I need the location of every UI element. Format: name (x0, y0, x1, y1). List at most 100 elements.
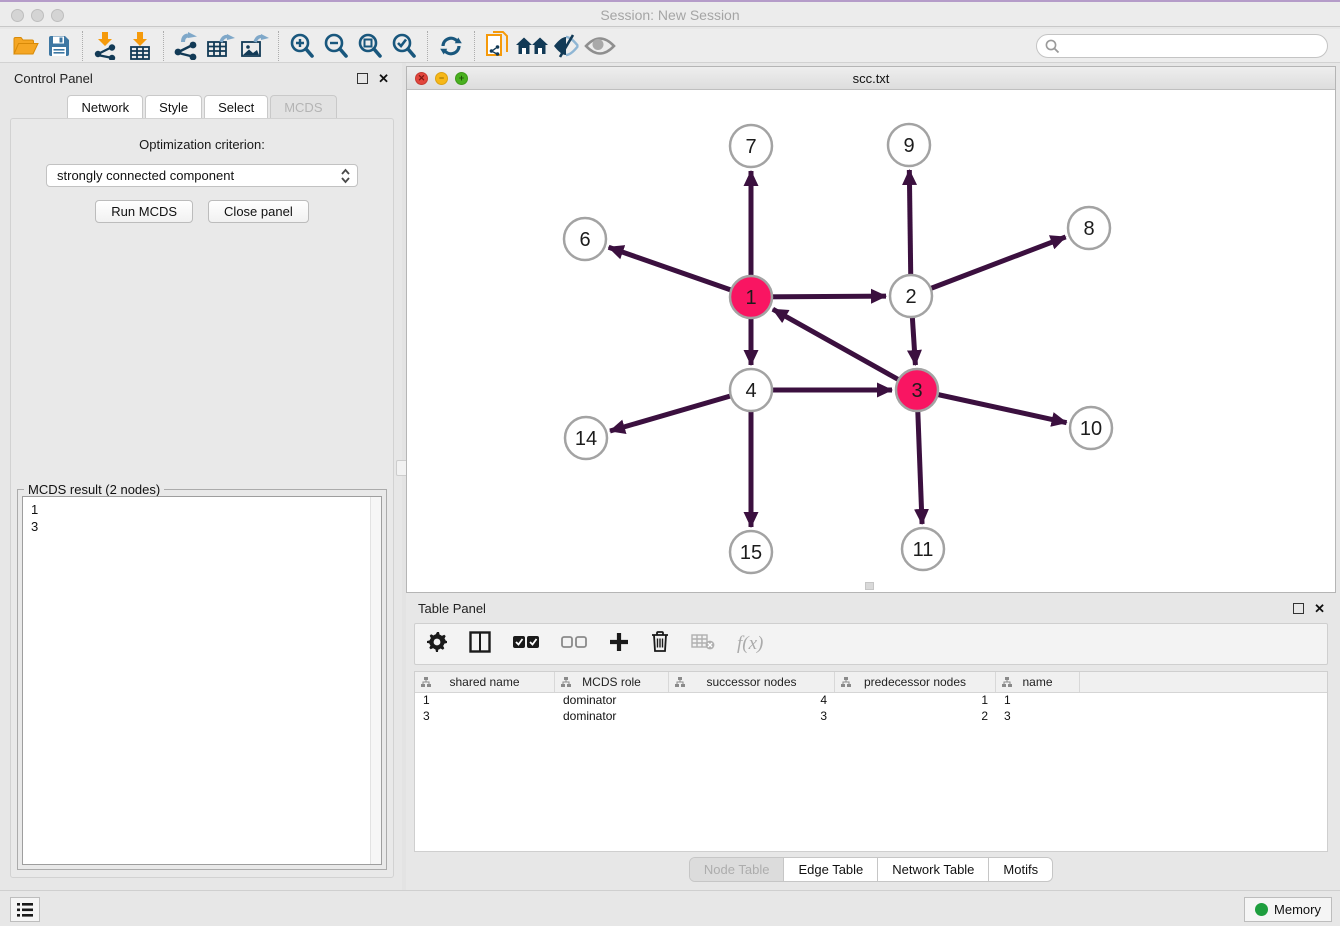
memory-button[interactable]: Memory (1244, 897, 1332, 922)
optimization-criterion-label: Optimization criterion: (11, 137, 393, 152)
zoom-fit-icon[interactable] (353, 31, 387, 61)
column-header-successor-nodes[interactable]: successor nodes (669, 672, 835, 692)
table-cell[interactable]: 3 (415, 709, 555, 725)
table-row[interactable]: 1dominator411 (415, 693, 1327, 709)
graph-node-4[interactable]: 4 (730, 369, 772, 411)
hide-graphics-icon[interactable] (549, 31, 583, 61)
table-body: 1dominator4113dominator323 (415, 693, 1327, 725)
select-all-icon[interactable] (513, 635, 539, 654)
table-row[interactable]: 3dominator323 (415, 709, 1327, 725)
graph-edge-2-8[interactable] (911, 237, 1066, 296)
graph-node-10[interactable]: 10 (1070, 407, 1112, 449)
save-icon[interactable] (42, 31, 76, 61)
graph-node-1[interactable]: 1 (730, 276, 772, 318)
table-tab-motifs[interactable]: Motifs (989, 858, 1052, 881)
add-icon[interactable] (609, 632, 629, 657)
graph-node-2[interactable]: 2 (890, 275, 932, 317)
open-folder-icon[interactable] (8, 31, 42, 61)
table-cell[interactable]: dominator (555, 693, 669, 709)
search-icon (1045, 39, 1060, 54)
float-panel-icon[interactable] (357, 73, 368, 84)
network-window-titlebar: ✕ − + scc.txt (407, 67, 1335, 90)
control-tab-style[interactable]: Style (145, 95, 202, 119)
column-header-shared-name[interactable]: shared name (415, 672, 555, 692)
graph-node-8[interactable]: 8 (1068, 207, 1110, 249)
table-tab-network-table[interactable]: Network Table (878, 858, 989, 881)
window-title: Session: New Session (0, 7, 1340, 23)
home-icon[interactable] (515, 31, 549, 61)
control-tab-select[interactable]: Select (204, 95, 268, 119)
import-network-icon[interactable] (89, 31, 123, 61)
import-table-icon[interactable] (123, 31, 157, 61)
graph-node-14[interactable]: 14 (565, 417, 607, 459)
canvas-scrollbar-handle[interactable] (865, 582, 874, 590)
mcds-result-textarea[interactable]: 13 (22, 496, 382, 865)
graph-node-11[interactable]: 11 (902, 528, 944, 570)
column-header-MCDS-role[interactable]: MCDS role (555, 672, 669, 692)
zoom-selected-icon[interactable] (387, 31, 421, 61)
hierarchy-icon (561, 677, 571, 687)
svg-text:10: 10 (1080, 418, 1102, 440)
status-bar: Memory (0, 890, 1340, 926)
table-cell[interactable]: 1 (835, 693, 996, 709)
function-icon[interactable]: f(x) (737, 633, 763, 655)
zoom-out-icon[interactable] (319, 31, 353, 61)
export-network-icon[interactable] (170, 31, 204, 61)
clone-network-icon[interactable] (481, 31, 515, 61)
control-tab-network[interactable]: Network (67, 95, 143, 119)
table-panel: Table Panel ✕ (406, 595, 1336, 888)
mcds-panel-body: Optimization criterion: strongly connect… (10, 118, 394, 878)
graph-node-6[interactable]: 6 (564, 218, 606, 260)
search-box[interactable] (1036, 34, 1328, 58)
export-image-icon[interactable] (238, 31, 272, 61)
close-panel-button[interactable]: Close panel (208, 200, 309, 223)
delete-table-icon[interactable] (691, 633, 715, 655)
graph-node-7[interactable]: 7 (730, 125, 772, 167)
control-panel-title: Control Panel (14, 71, 93, 86)
graph-edge-1-6[interactable] (609, 247, 751, 297)
delete-icon[interactable] (651, 631, 669, 657)
table-cell[interactable]: 1 (415, 693, 555, 709)
graph-node-15[interactable]: 15 (730, 531, 772, 573)
node-table[interactable]: shared nameMCDS rolesuccessor nodesprede… (414, 671, 1328, 852)
result-scrollbar[interactable] (370, 497, 381, 864)
table-cell[interactable]: 3 (669, 709, 835, 725)
table-tab-edge-table[interactable]: Edge Table (784, 858, 878, 881)
export-table-icon[interactable] (204, 31, 238, 61)
gear-icon[interactable] (427, 632, 447, 657)
run-mcds-button[interactable]: Run MCDS (95, 200, 193, 223)
table-cell[interactable]: 3 (996, 709, 1080, 725)
task-list-button[interactable] (10, 897, 40, 922)
table-cell[interactable]: 4 (669, 693, 835, 709)
columns-icon[interactable] (469, 631, 491, 658)
zoom-in-icon[interactable] (285, 31, 319, 61)
network-canvas[interactable]: 7 9 6 8 1 2 4 3 14 10 15 11 (407, 90, 1335, 592)
graph-node-9[interactable]: 9 (888, 124, 930, 166)
svg-text:4: 4 (745, 380, 756, 402)
control-tab-mcds[interactable]: MCDS (270, 95, 336, 119)
refresh-icon[interactable] (434, 31, 468, 61)
float-table-panel-icon[interactable] (1293, 603, 1304, 614)
svg-text:8: 8 (1083, 218, 1094, 240)
close-panel-icon[interactable]: ✕ (378, 71, 389, 87)
close-table-panel-icon[interactable]: ✕ (1314, 601, 1325, 617)
deselect-all-icon[interactable] (561, 635, 587, 654)
graph-edge-3-10[interactable] (917, 390, 1067, 423)
search-input[interactable] (1065, 36, 1327, 56)
table-cell[interactable]: 2 (835, 709, 996, 725)
column-header-predecessor-nodes[interactable]: predecessor nodes (835, 672, 996, 692)
column-header-name[interactable]: name (996, 672, 1080, 692)
memory-status-icon (1255, 903, 1268, 916)
table-panel-title: Table Panel (418, 601, 486, 616)
table-tab-node-table[interactable]: Node Table (690, 858, 785, 881)
criterion-dropdown[interactable]: strongly connected component (46, 164, 358, 187)
graph-node-3[interactable]: 3 (896, 369, 938, 411)
table-cell[interactable]: dominator (555, 709, 669, 725)
svg-text:11: 11 (913, 539, 934, 561)
graph-edge-3-1[interactable] (773, 309, 917, 390)
eye-icon[interactable] (583, 31, 617, 61)
table-cell[interactable]: 1 (996, 693, 1080, 709)
table-panel-header: Table Panel ✕ (406, 595, 1336, 623)
criterion-dropdown-value: strongly connected component (57, 168, 234, 183)
hierarchy-icon (675, 677, 685, 687)
